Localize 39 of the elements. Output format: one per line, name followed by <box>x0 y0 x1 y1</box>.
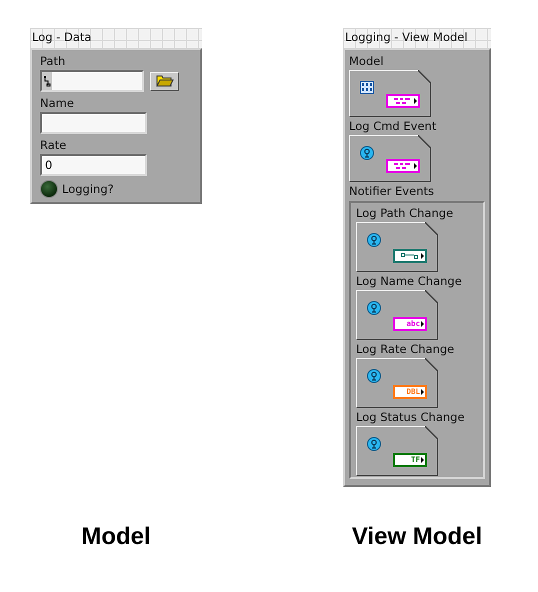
event-icon <box>367 369 381 383</box>
control-label: Log Cmd Event <box>349 118 438 135</box>
browse-button[interactable] <box>150 72 179 90</box>
control-label: Path <box>40 53 66 70</box>
arrow-icon <box>421 321 424 327</box>
cluster-title: Logging - View Model <box>344 29 469 46</box>
path-field[interactable] <box>40 70 144 92</box>
event-icon <box>360 146 374 160</box>
arrow-icon <box>414 98 417 104</box>
numeric-field[interactable]: 0 <box>40 154 147 176</box>
control-label: Log Rate Change <box>356 341 456 358</box>
caption: Model <box>80 523 152 551</box>
control-label: Log Path Change <box>356 205 454 222</box>
arrow-icon <box>421 253 424 259</box>
cluster-label: Notifier Events <box>349 183 435 200</box>
cluster-pattern-icon <box>393 162 413 170</box>
arrow-icon <box>421 389 424 395</box>
reference-box[interactable] <box>349 70 431 117</box>
path-glyph-icon <box>400 252 420 260</box>
control-label: Name <box>40 95 75 112</box>
control-label: Model <box>349 53 385 70</box>
caption: View Model <box>350 523 484 551</box>
reference-box[interactable] <box>356 222 438 272</box>
control-label: Log Status Change <box>356 409 466 426</box>
control-label: Log Name Change <box>356 273 463 290</box>
binary-grid-icon <box>360 81 374 94</box>
led-indicator[interactable] <box>40 180 58 198</box>
indicator-label: Logging? <box>62 180 114 198</box>
cluster-title: Log - Data <box>31 29 92 46</box>
folder-icon <box>156 75 174 87</box>
arrow-icon <box>414 163 417 169</box>
event-icon <box>367 233 381 247</box>
input-field[interactable] <box>40 112 147 134</box>
arrow-icon <box>421 457 424 463</box>
event-icon <box>367 437 381 451</box>
event-icon <box>367 301 381 315</box>
cluster-pattern-icon <box>393 97 413 105</box>
control-label: Rate <box>40 137 68 154</box>
reference-box[interactable] <box>349 135 431 182</box>
